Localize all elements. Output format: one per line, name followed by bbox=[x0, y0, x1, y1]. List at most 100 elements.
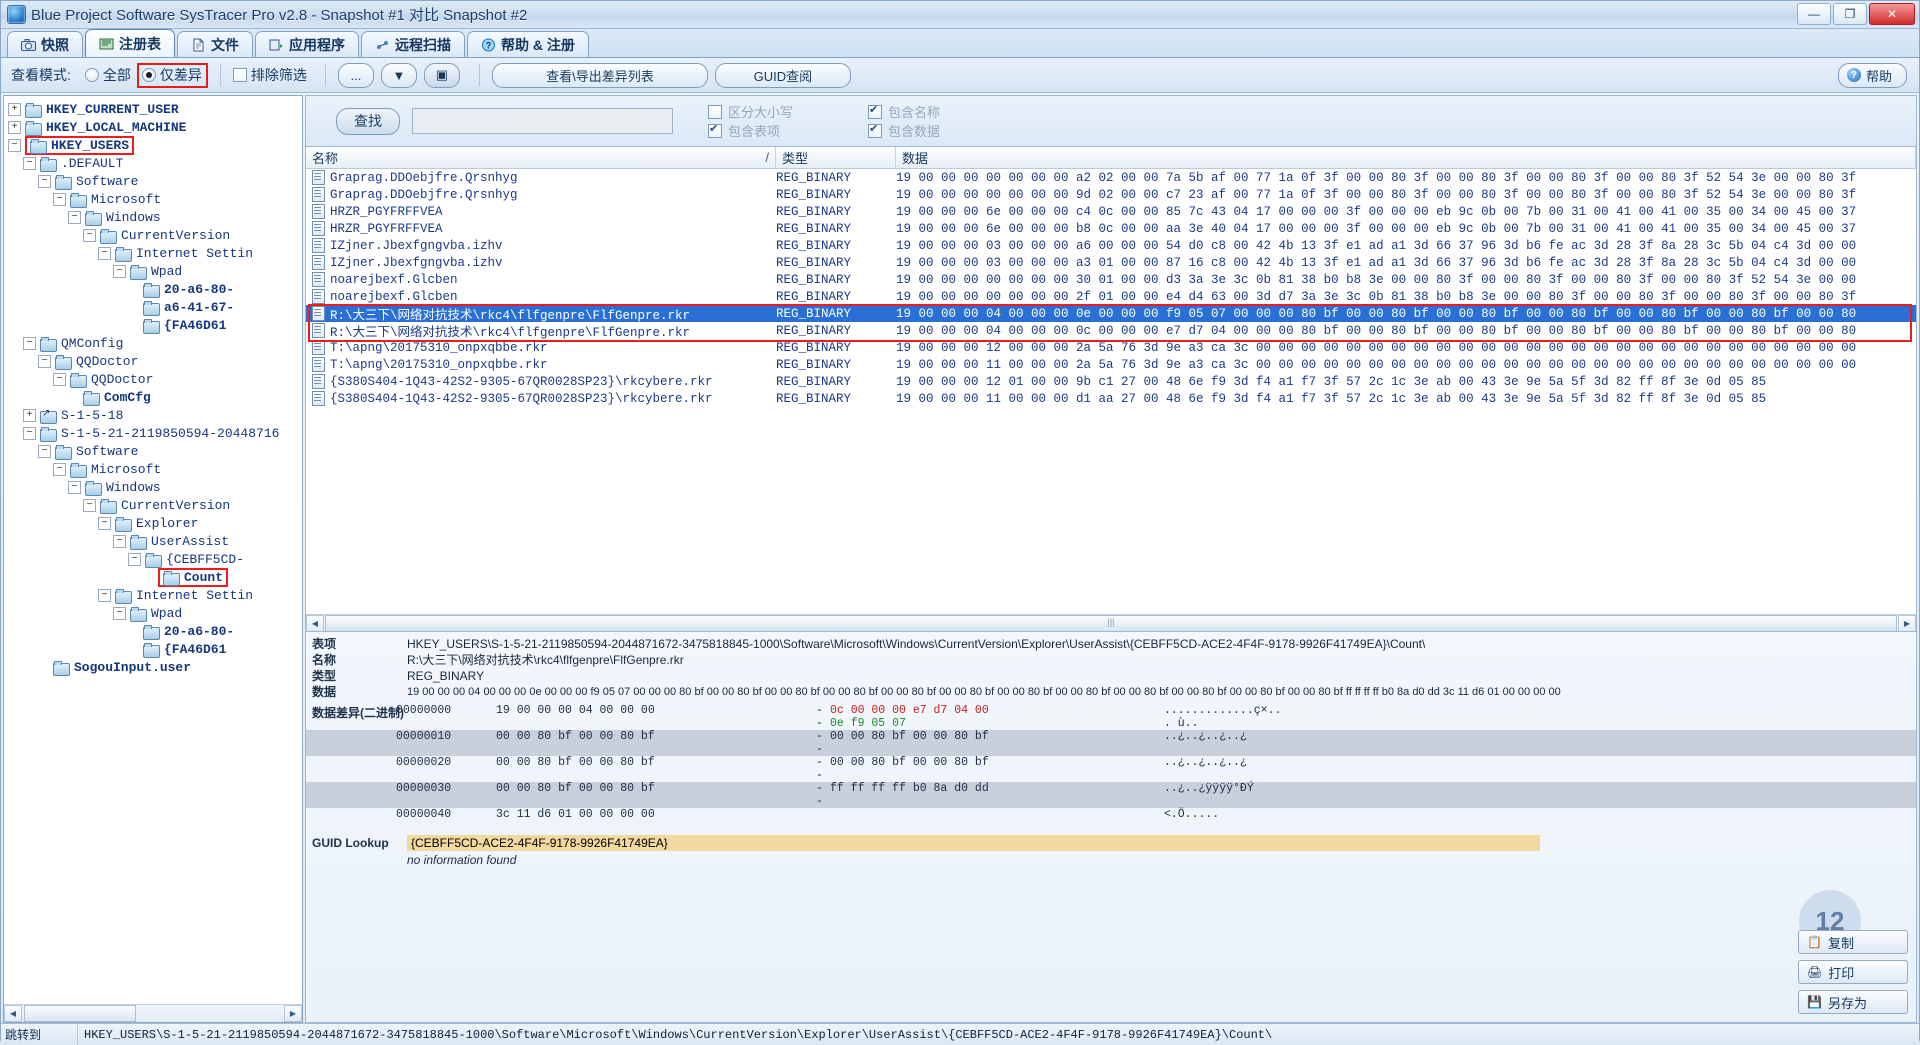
tree-expander-icon[interactable]: + bbox=[8, 102, 21, 116]
search-option[interactable]: 包含表项 bbox=[708, 121, 868, 140]
tree-item[interactable]: − Windows bbox=[8, 208, 302, 226]
column-header-data[interactable]: 数据 bbox=[896, 147, 1916, 168]
tree-item[interactable]: − Microsoft bbox=[8, 190, 302, 208]
tree-item[interactable]: Count bbox=[8, 567, 302, 587]
tab-files[interactable]: 文件 bbox=[177, 31, 253, 57]
table-row[interactable]: T:\apng\20175310_onpxqbbe.rkr REG_BINARY 1… bbox=[306, 356, 1916, 373]
table-row[interactable]: Graprag.DDOebjfre.Qrsnhyg REG_BINARY 19 00… bbox=[306, 169, 1916, 186]
table-row[interactable]: {S380S404-1Q43-42S2-9305-67QR0028SP23}\r… bbox=[306, 390, 1916, 407]
tree-expander-icon[interactable]: − bbox=[128, 552, 141, 566]
filter-active-icon-button[interactable]: ▣ bbox=[423, 62, 460, 88]
tree-expander-icon[interactable]: + bbox=[8, 120, 21, 134]
tree-expander-icon[interactable]: − bbox=[23, 426, 36, 440]
search-option[interactable]: 区分大小写 bbox=[708, 102, 868, 121]
tree-expander-icon[interactable]: − bbox=[38, 354, 51, 368]
scroll-right-arrow[interactable]: ▶ bbox=[284, 1005, 302, 1022]
tree-item[interactable]: − Internet Settin bbox=[8, 244, 302, 262]
tab-registry[interactable]: 注册表 bbox=[85, 29, 175, 57]
table-row[interactable]: noarejbexf.Glcben REG_BINARY 19 00 00 00 0… bbox=[306, 271, 1916, 288]
tree-item[interactable]: 20-a6-80- bbox=[8, 280, 302, 298]
help-button[interactable]: ? 帮助 bbox=[1837, 62, 1907, 88]
tab-snapshot[interactable]: 快照 bbox=[7, 31, 83, 57]
table-row[interactable]: HRZR_PGYFRFFVEA REG_BINARY 19 00 00 00 6e … bbox=[306, 220, 1916, 237]
tree-item[interactable]: 20-a6-80- bbox=[8, 622, 302, 640]
scroll-left-arrow[interactable]: ◀ bbox=[4, 1005, 22, 1022]
filter-icon-button[interactable]: ▼ bbox=[380, 62, 417, 88]
table-row[interactable]: HRZR_PGYFRFFVEA REG_BINARY 19 00 00 00 6e … bbox=[306, 203, 1916, 220]
tree-item[interactable]: {FA46D61 bbox=[8, 640, 302, 658]
tree-item[interactable]: ComCfg bbox=[8, 388, 302, 406]
maximize-button[interactable]: ❐ bbox=[1833, 3, 1867, 25]
exclude-filter-checkbox[interactable]: 排除筛选 bbox=[232, 65, 307, 85]
column-header-type[interactable]: 类型 bbox=[776, 147, 896, 168]
export-diff-list-button[interactable]: 查看\导出差异列表 bbox=[491, 62, 708, 88]
tree-item[interactable]: − Explorer bbox=[8, 514, 302, 532]
list-scroll-left-arrow[interactable]: ◀ bbox=[306, 614, 324, 631]
tree-item[interactable]: − Microsoft bbox=[8, 460, 302, 478]
table-row[interactable]: R:\大三下\网络对抗技术\rkc4\flfgenpre\FlfGenpre.r… bbox=[306, 305, 1916, 323]
minimize-button[interactable]: — bbox=[1797, 3, 1831, 25]
tree-item[interactable]: − UserAssist bbox=[8, 532, 302, 550]
tree-item[interactable]: + HKEY_LOCAL_MACHINE bbox=[8, 118, 302, 136]
tree-expander-icon[interactable]: − bbox=[68, 480, 81, 494]
tree-expander-icon[interactable]: − bbox=[83, 228, 96, 242]
tree-expander-icon[interactable]: − bbox=[68, 210, 81, 224]
search-option[interactable]: 包含名称 bbox=[868, 102, 1028, 121]
tree-expander-icon[interactable]: − bbox=[83, 498, 96, 512]
tree-item[interactable]: − QMConfig bbox=[8, 334, 302, 352]
table-row[interactable]: T:\apng\20175310_onpxqbbe.rkr REG_BINARY 1… bbox=[306, 339, 1916, 356]
copy-button[interactable]: 📋 复制 bbox=[1798, 930, 1908, 954]
tree-expander-icon[interactable]: − bbox=[98, 246, 111, 260]
tree-expander-icon[interactable]: − bbox=[53, 192, 66, 206]
table-row[interactable]: {S380S404-1Q43-42S2-9305-67QR0028SP23}\r… bbox=[306, 373, 1916, 390]
tree-item[interactable]: − Wpad bbox=[8, 604, 302, 622]
radio-diff-only-highlight[interactable]: 仅差异 bbox=[136, 62, 208, 88]
tree-expander-icon[interactable]: − bbox=[98, 516, 111, 530]
tree-item[interactable]: − QQDoctor bbox=[8, 352, 302, 370]
tree-item[interactable]: − S-1-5-21-2119850594-20448716 bbox=[8, 424, 302, 442]
tab-remote-scan[interactable]: 远程扫描 bbox=[361, 31, 465, 57]
tree-item[interactable]: {FA46D61 bbox=[8, 316, 302, 334]
tree-item[interactable]: a6-41-67- bbox=[8, 298, 302, 316]
column-header-name[interactable]: 名称 / bbox=[306, 147, 776, 168]
tree-item[interactable]: − Internet Settin bbox=[8, 586, 302, 604]
tree-item[interactable]: − Software bbox=[8, 442, 302, 460]
tab-help-register[interactable]: ? 帮助 & 注册 bbox=[467, 31, 589, 57]
tree-expander-icon[interactable]: − bbox=[113, 534, 126, 548]
tree-expander-icon[interactable]: − bbox=[98, 588, 111, 602]
table-row[interactable]: IZjner.Jbexfgngvba.izhv REG_BINARY 19 00 0… bbox=[306, 237, 1916, 254]
tree-expander-icon[interactable]: − bbox=[38, 444, 51, 458]
registry-tree[interactable]: + HKEY_CURRENT_USER + HKEY_LOCAL_MACHINE − HK… bbox=[4, 96, 302, 676]
tree-item[interactable]: + S-1-5-18 bbox=[8, 406, 302, 424]
find-button[interactable]: 查找 bbox=[336, 107, 400, 135]
tree-item[interactable]: − CurrentVersion bbox=[8, 226, 302, 244]
scroll-thumb[interactable] bbox=[24, 1005, 136, 1022]
ellipsis-button[interactable]: ... bbox=[337, 62, 374, 88]
tree-item[interactable]: − .DEFAULT bbox=[8, 154, 302, 172]
tree-expander-icon[interactable]: − bbox=[53, 372, 66, 386]
tree-item[interactable]: − CurrentVersion bbox=[8, 496, 302, 514]
search-option[interactable]: 包含数据 bbox=[868, 121, 1028, 140]
radio-all[interactable]: 全部 bbox=[84, 65, 131, 85]
table-row[interactable]: Graprag.DDOebjfre.Qrsnhyg REG_BINARY 19 00… bbox=[306, 186, 1916, 203]
tree-expander-icon[interactable]: + bbox=[23, 408, 36, 422]
tree-item[interactable]: − Software bbox=[8, 172, 302, 190]
table-row[interactable]: R:\大三下\网络对抗技术\rkc4\flfgenpre\FlfGenpre.r… bbox=[306, 322, 1916, 340]
tree-expander-icon[interactable]: − bbox=[23, 336, 36, 350]
tab-applications[interactable]: 应用程序 bbox=[255, 31, 359, 57]
tree-expander-icon[interactable]: − bbox=[23, 156, 36, 170]
list-scroll-thumb[interactable]: ||| bbox=[325, 614, 1897, 631]
tree-expander-icon[interactable]: − bbox=[113, 606, 126, 620]
save-as-button[interactable]: 💾 另存为 bbox=[1798, 990, 1908, 1014]
tree-item[interactable]: − Windows bbox=[8, 478, 302, 496]
tree-expander-icon[interactable]: − bbox=[53, 462, 66, 476]
search-input[interactable] bbox=[412, 108, 673, 134]
list-horizontal-scrollbar[interactable]: ◀ ||| ▶ bbox=[306, 614, 1916, 631]
tree-item[interactable]: − QQDoctor bbox=[8, 370, 302, 388]
tree-item[interactable]: SogouInput.user bbox=[8, 658, 302, 676]
tree-expander-icon[interactable]: − bbox=[113, 264, 126, 278]
tree-expander-icon[interactable]: − bbox=[38, 174, 51, 188]
tree-item[interactable]: − {CEBFF5CD- bbox=[8, 550, 302, 568]
table-row[interactable]: noarejbexf.Glcben REG_BINARY 19 00 00 00 0… bbox=[306, 288, 1916, 305]
tree-item[interactable]: − HKEY_USERS bbox=[8, 135, 302, 155]
